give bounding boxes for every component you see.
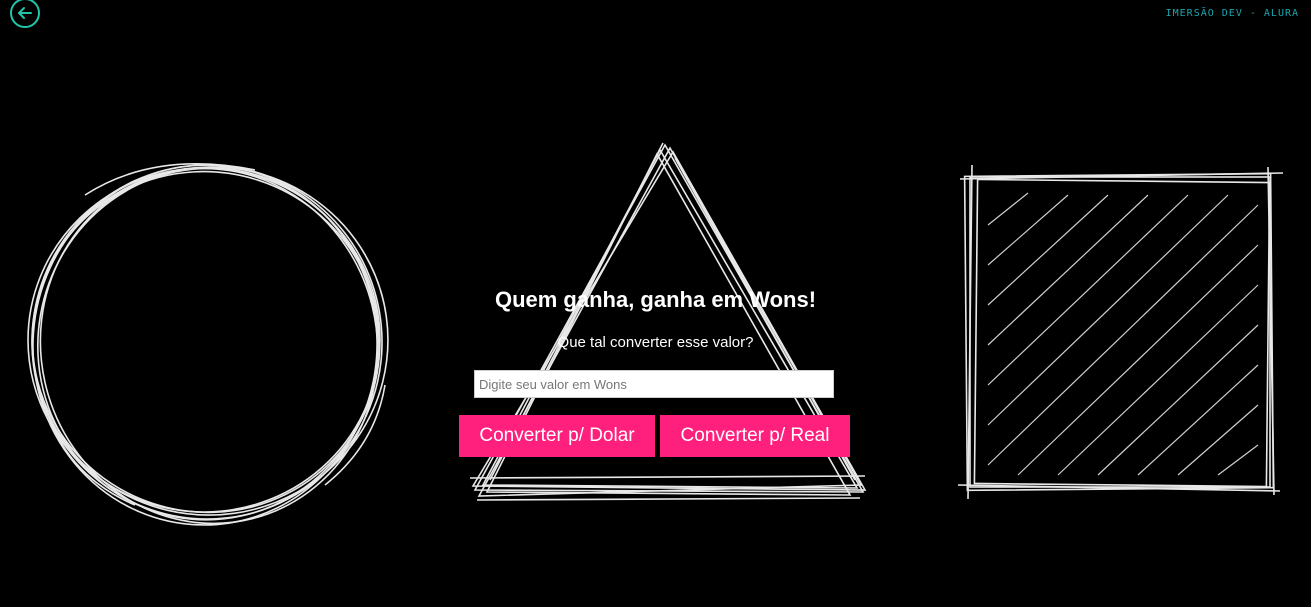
brand-logo-text: IMERSÃO DEV - ALURA	[1165, 8, 1299, 19]
convert-dolar-button[interactable]: Converter p/ Dolar	[459, 415, 655, 457]
arrow-left-icon	[18, 7, 32, 19]
convert-real-button[interactable]: Converter p/ Real	[660, 415, 850, 457]
back-button[interactable]	[10, 0, 40, 28]
square-sketch-image	[958, 165, 1288, 500]
page-subtitle: Que tal converter esse valor?	[557, 334, 754, 351]
page: IMERSÃO DEV - ALURA Quem ganha, ganha em…	[0, 0, 1311, 607]
wons-value-input[interactable]	[474, 370, 834, 398]
page-title: Quem ganha, ganha em Wons!	[494, 287, 817, 312]
